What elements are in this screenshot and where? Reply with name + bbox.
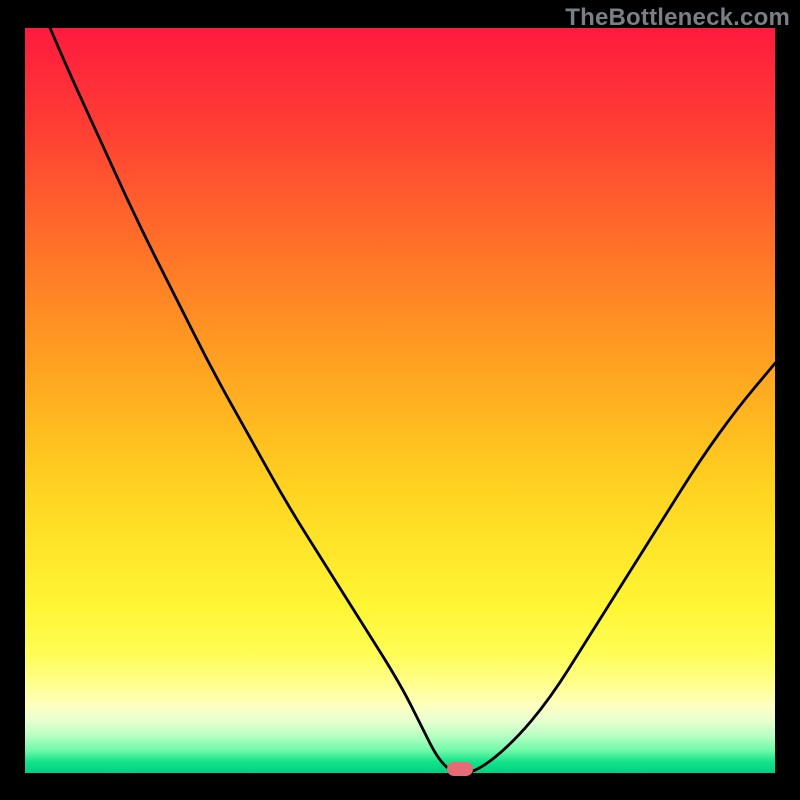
valley-marker (447, 762, 473, 776)
chart-frame: TheBottleneck.com (0, 0, 800, 800)
curve-svg (25, 28, 775, 773)
watermark-text: TheBottleneck.com (565, 4, 790, 32)
plot-area (25, 28, 775, 773)
bottleneck-curve-path (25, 28, 775, 773)
